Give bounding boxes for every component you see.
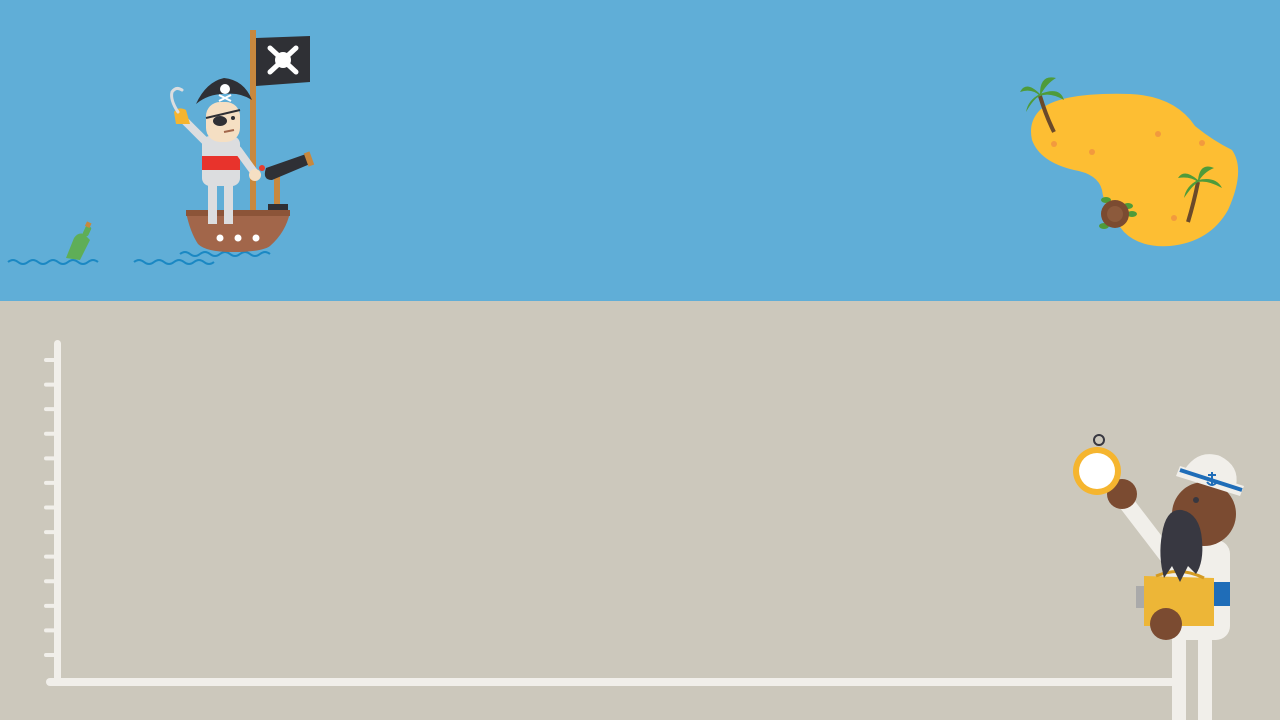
y-axis-tick: [44, 579, 56, 584]
sailor-stripe: [1214, 582, 1230, 606]
treasure-island: [1020, 77, 1239, 247]
eye-patch: [213, 116, 227, 126]
y-axis-tick: [44, 505, 56, 510]
sailor-beard: [1160, 509, 1203, 582]
ship-mast: [250, 30, 256, 214]
y-axis-tick: [44, 480, 56, 485]
graph-axes: [44, 340, 1186, 686]
y-axis-tick: [44, 407, 56, 412]
scene-illustration: [7, 30, 1244, 720]
y-axis-tick: [44, 358, 56, 362]
y-axis-tick: [44, 653, 56, 657]
y-axis-tick: [44, 431, 56, 436]
sailor-character: [1073, 434, 1244, 720]
game-scene: [0, 0, 1280, 720]
cannon-icon: [264, 151, 315, 210]
y-axis-tick: [44, 456, 56, 461]
x-axis: [46, 678, 1186, 686]
y-axis: [54, 340, 61, 686]
wave-icon: [7, 251, 271, 265]
y-axis-tick: [44, 530, 56, 535]
y-axis-tick: [44, 603, 56, 608]
y-axis-tick: [44, 382, 56, 387]
y-axis-tick: [44, 628, 56, 633]
y-axis-tick: [44, 554, 56, 559]
message-bottle-icon: [66, 221, 92, 260]
compass-icon: [1073, 434, 1121, 495]
pirate-sash: [202, 156, 240, 170]
ship-hull: [186, 212, 290, 252]
jolly-roger-flag-icon: [256, 36, 310, 86]
